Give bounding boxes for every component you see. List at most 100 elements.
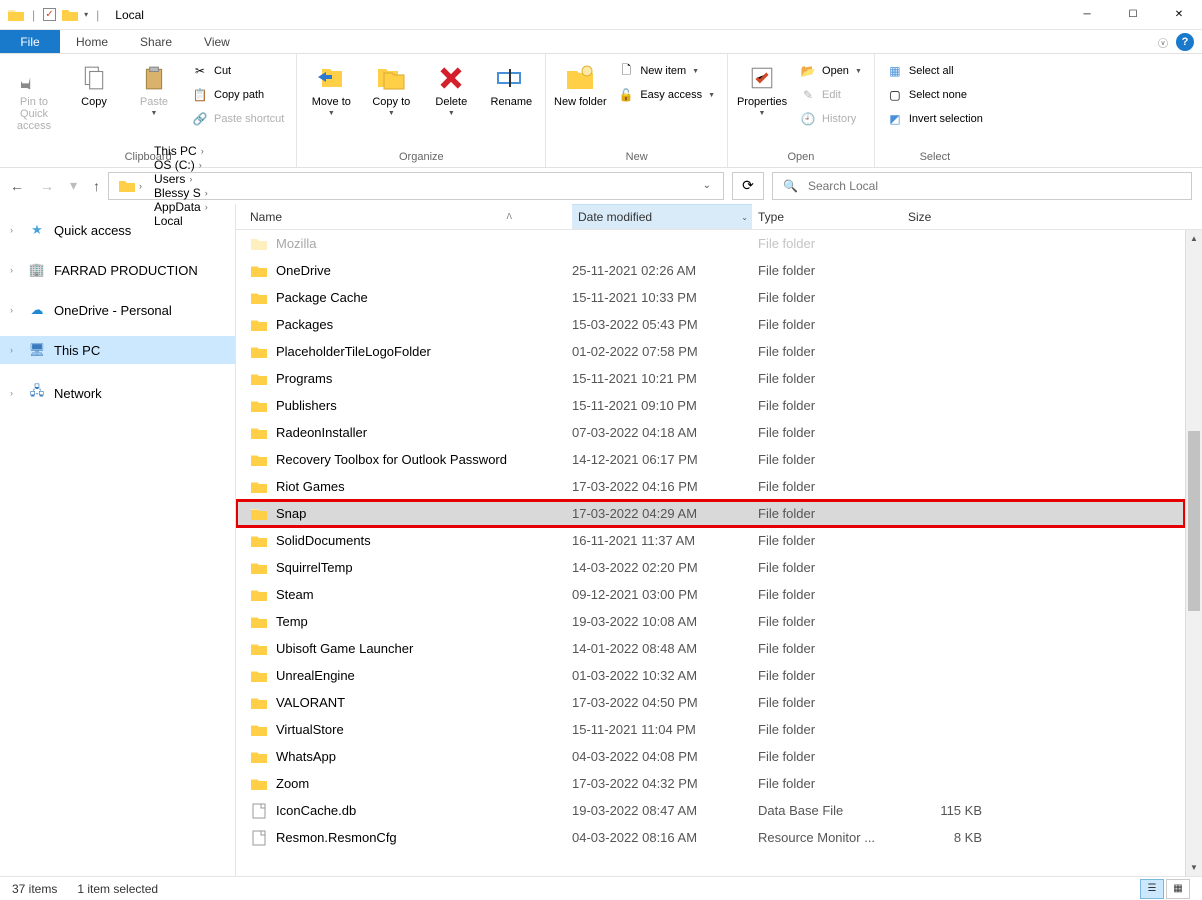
vertical-scrollbar[interactable]: ▲ ▼ — [1185, 230, 1202, 876]
delete-button[interactable]: Delete▼ — [423, 56, 479, 117]
file-row[interactable]: UnrealEngine01-03-2022 10:32 AMFile fold… — [236, 662, 1185, 689]
breadcrumb-segment[interactable]: Users› — [148, 172, 214, 186]
file-type: Data Base File — [752, 803, 902, 818]
copy-path-button[interactable]: 📋Copy path — [186, 84, 290, 106]
file-row[interactable]: Package Cache15-11-2021 10:33 PMFile fol… — [236, 284, 1185, 311]
search-box[interactable]: 🔍 — [772, 172, 1192, 200]
thumbnails-view-button[interactable]: ▦ — [1166, 879, 1190, 899]
file-row[interactable]: SolidDocuments16-11-2021 11:37 AMFile fo… — [236, 527, 1185, 554]
refresh-button[interactable]: ⟳ — [732, 172, 764, 200]
file-row-partial[interactable]: MozillaFile folder — [236, 230, 1185, 257]
col-header-name[interactable]: Nameᐱ — [250, 210, 572, 224]
scroll-down-button[interactable]: ▼ — [1186, 859, 1202, 876]
file-row[interactable]: SquirrelTemp14-03-2022 02:20 PMFile fold… — [236, 554, 1185, 581]
select-all-button[interactable]: ▦Select all — [881, 60, 989, 82]
folder-icon — [250, 424, 268, 442]
paste-shortcut-button[interactable]: 🔗Paste shortcut — [186, 108, 290, 130]
file-row[interactable]: Ubisoft Game Launcher14-01-2022 08:48 AM… — [236, 635, 1185, 662]
address-bar[interactable]: › This PC›OS (C:)›Users›Blessy S›AppData… — [108, 172, 724, 200]
file-date: 25-11-2021 02:26 AM — [572, 263, 752, 278]
search-input[interactable] — [808, 179, 1181, 193]
file-row[interactable]: OneDrive25-11-2021 02:26 AMFile folder — [236, 257, 1185, 284]
file-row[interactable]: VALORANT17-03-2022 04:50 PMFile folder — [236, 689, 1185, 716]
edit-button[interactable]: ✎Edit — [794, 84, 868, 106]
recent-locations-button[interactable]: ▾ — [70, 177, 77, 194]
col-header-type[interactable]: Type — [752, 210, 902, 224]
file-row[interactable]: Zoom17-03-2022 04:32 PMFile folder — [236, 770, 1185, 797]
scroll-thumb[interactable] — [1188, 431, 1200, 611]
tab-file[interactable]: File — [0, 30, 60, 53]
select-none-button[interactable]: ▢Select none — [881, 84, 989, 106]
tab-share[interactable]: Share — [124, 30, 188, 53]
chevron-down-icon[interactable]: ⌄ — [741, 213, 748, 222]
pin-to-quick-access-button[interactable]: Pin to Quick access — [6, 56, 62, 132]
file-row[interactable]: Temp19-03-2022 10:08 AMFile folder — [236, 608, 1185, 635]
qat-dropdown-icon[interactable]: ▾ — [84, 10, 88, 19]
file-row[interactable]: RadeonInstaller07-03-2022 04:18 AMFile f… — [236, 419, 1185, 446]
file-row[interactable]: Resmon.ResmonCfg04-03-2022 08:16 AMResou… — [236, 824, 1185, 851]
close-button[interactable]: ✕ — [1156, 0, 1202, 30]
back-button[interactable]: ← — [10, 178, 24, 194]
history-button[interactable]: 🕘History — [794, 108, 868, 130]
col-header-date[interactable]: Date modified⌄ — [572, 204, 752, 229]
new-item-button[interactable]: 🗋New item ▼ — [612, 60, 721, 82]
scroll-up-button[interactable]: ▲ — [1186, 230, 1202, 247]
breadcrumb-segment[interactable]: Blessy S› — [148, 186, 214, 200]
breadcrumb-segment[interactable]: OS (C:)› — [148, 158, 214, 172]
collapse-ribbon-icon[interactable]: ⓥ — [1158, 35, 1168, 50]
file-name: RadeonInstaller — [276, 425, 367, 440]
label: New folder — [554, 96, 607, 108]
cut-button[interactable]: ✂Cut — [186, 60, 290, 82]
tab-home[interactable]: Home — [60, 30, 124, 53]
tab-view[interactable]: View — [188, 30, 246, 53]
easy-access-button[interactable]: 🔓Easy access ▼ — [612, 84, 721, 106]
qat-checkbox-icon[interactable]: ✓ — [43, 8, 56, 21]
minimize-button[interactable]: ─ — [1064, 0, 1110, 30]
file-row[interactable]: VirtualStore15-11-2021 11:04 PMFile fold… — [236, 716, 1185, 743]
file-list[interactable]: MozillaFile folder OneDrive25-11-2021 02… — [236, 230, 1185, 876]
nav-farrad[interactable]: ›🏢FARRAD PRODUCTION — [0, 256, 235, 284]
nav-onedrive[interactable]: ›☁OneDrive - Personal — [0, 296, 235, 324]
file-row[interactable]: Programs15-11-2021 10:21 PMFile folder — [236, 365, 1185, 392]
copy-to-button[interactable]: Copy to▼ — [363, 56, 419, 117]
folder-icon — [250, 559, 268, 577]
nav-this-pc[interactable]: ›🖥This PC — [0, 336, 235, 364]
paste-button[interactable]: Paste ▼ — [126, 56, 182, 117]
scroll-track[interactable] — [1186, 247, 1202, 859]
file-row[interactable]: Packages15-03-2022 05:43 PMFile folder — [236, 311, 1185, 338]
address-dropdown-icon[interactable]: ⌄ — [695, 180, 719, 191]
file-date: 16-11-2021 11:37 AM — [572, 533, 752, 548]
folder-icon — [250, 667, 268, 685]
invert-selection-button[interactable]: ◩Invert selection — [881, 108, 989, 130]
maximize-button[interactable]: ☐ — [1110, 0, 1156, 30]
file-row[interactable]: IconCache.db19-03-2022 08:47 AMData Base… — [236, 797, 1185, 824]
file-row[interactable]: PlaceholderTileLogoFolder01-02-2022 07:5… — [236, 338, 1185, 365]
open-button[interactable]: 📂Open ▼ — [794, 60, 868, 82]
details-view-button[interactable]: ☰ — [1140, 879, 1164, 899]
move-to-button[interactable]: Move to▼ — [303, 56, 359, 117]
forward-button[interactable]: → — [40, 178, 54, 194]
file-type: File folder — [752, 398, 902, 413]
copy-button[interactable]: Copy — [66, 56, 122, 108]
label: This PC — [54, 343, 100, 358]
properties-button[interactable]: Properties▼ — [734, 56, 790, 117]
file-row[interactable]: Riot Games17-03-2022 04:16 PMFile folder — [236, 473, 1185, 500]
copyto-icon — [375, 62, 407, 94]
nav-network[interactable]: ›🖧Network — [0, 376, 235, 410]
col-header-size[interactable]: Size — [902, 210, 1022, 224]
up-button[interactable]: ↑ — [93, 178, 100, 194]
file-date: 14-12-2021 06:17 PM — [572, 452, 752, 467]
monitor-icon: 🖥 — [28, 342, 46, 358]
file-row[interactable]: Snap17-03-2022 04:29 AMFile folder — [236, 500, 1185, 527]
nav-quick-access[interactable]: ›★Quick access — [0, 216, 235, 244]
file-row[interactable]: Steam09-12-2021 03:00 PMFile folder — [236, 581, 1185, 608]
delete-icon — [435, 62, 467, 94]
new-folder-button[interactable]: New folder — [552, 56, 608, 108]
file-row[interactable]: Recovery Toolbox for Outlook Password14-… — [236, 446, 1185, 473]
breadcrumb-segment[interactable]: This PC› — [148, 144, 214, 158]
label: New item — [640, 65, 686, 77]
help-icon[interactable]: ? — [1176, 33, 1194, 51]
rename-button[interactable]: Rename — [483, 56, 539, 108]
file-row[interactable]: WhatsApp04-03-2022 04:08 PMFile folder — [236, 743, 1185, 770]
file-row[interactable]: Publishers15-11-2021 09:10 PMFile folder — [236, 392, 1185, 419]
